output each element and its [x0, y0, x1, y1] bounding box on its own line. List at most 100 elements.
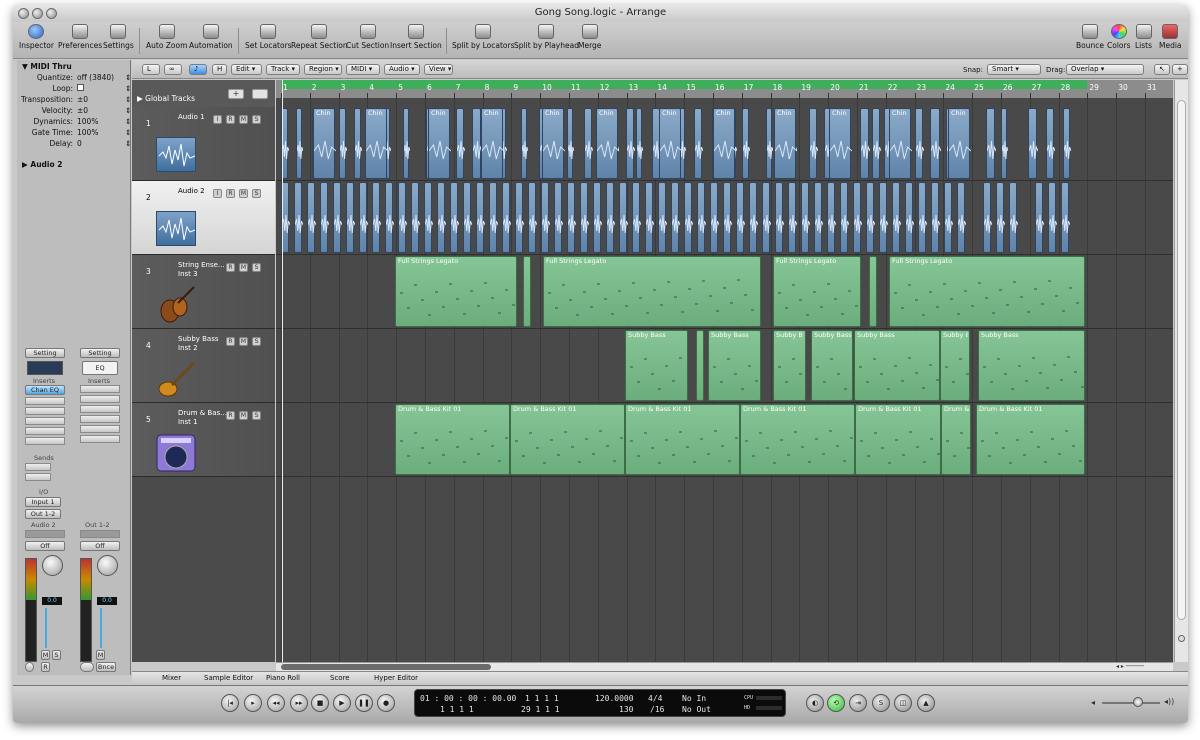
strings-region-short[interactable] [869, 256, 877, 327]
record-enable-button[interactable]: R [41, 662, 50, 672]
drums-region[interactable]: Drum & Bass Kit 01 [625, 404, 740, 475]
audio-region[interactable] [892, 182, 901, 253]
track-header-3[interactable]: 3 String Ense... Inst 3RMS [132, 255, 275, 329]
transport-display[interactable]: 01 : 00 : 00 : 00.00 1 1 1 1 1 1 1 1 29 … [414, 689, 786, 717]
cycle-button[interactable]: ⟲ [827, 694, 845, 712]
stop-button[interactable]: ■ [311, 694, 329, 712]
inspector-param-value[interactable]: 100% [77, 128, 127, 137]
eq-button[interactable]: EQ [82, 361, 118, 375]
track-s-button[interactable]: S [252, 115, 261, 124]
audio-region[interactable] [296, 108, 303, 179]
horizontal-zoom-slider[interactable]: ◂ ▸ ───── [1116, 663, 1166, 671]
track-s-button[interactable]: S [252, 263, 261, 272]
group-slot[interactable] [80, 530, 120, 538]
add-track-button[interactable]: + [228, 89, 244, 99]
audio-region-named[interactable]: Chin [713, 108, 736, 179]
audio-region[interactable] [554, 182, 563, 253]
insert-slot[interactable] [80, 405, 120, 413]
audio-region[interactable] [294, 182, 303, 253]
audio-region[interactable] [385, 182, 394, 253]
track-r-button[interactable]: R [226, 189, 235, 198]
bass-region[interactable]: Subby Bass [978, 330, 1085, 401]
audio-region[interactable] [619, 182, 628, 253]
audio-region[interactable] [307, 182, 316, 253]
audio-region[interactable] [593, 182, 602, 253]
stepper-icon[interactable]: ⇕ [125, 128, 131, 137]
replace-button[interactable]: ◐ [806, 694, 824, 712]
automation-mode-out[interactable]: Off [80, 541, 120, 551]
insert-slot[interactable] [80, 425, 120, 433]
drums-region[interactable]: Drum & Bass Kit 01 [855, 404, 941, 475]
insert-slot[interactable] [80, 415, 120, 423]
audio-region[interactable] [333, 182, 342, 253]
hide-button[interactable]: H [212, 64, 227, 75]
go-to-position-button[interactable]: ▸ [244, 694, 262, 712]
audio-region[interactable] [983, 182, 992, 253]
bar-ruler[interactable]: 1 2 3 4 5 6 7 8 9 10 11 12 13 14 15 16 17 18 19 20 21 22 23 24 2… [276, 80, 1173, 98]
audio-region[interactable] [723, 182, 732, 253]
track-lane-2[interactable] [276, 181, 1173, 255]
track-s-button[interactable]: S [252, 337, 261, 346]
horizontal-scroll-thumb[interactable] [281, 664, 491, 670]
input-monitor-button[interactable] [25, 662, 34, 672]
strings-region[interactable]: Full Strings Legato [773, 256, 861, 327]
bass-region[interactable]: Subby B [773, 330, 806, 401]
audio-region[interactable] [411, 182, 420, 253]
mute-button-out[interactable]: M [96, 650, 105, 660]
audio-region[interactable] [788, 182, 797, 253]
input-button[interactable]: Input 1 [25, 497, 61, 507]
set-locators-button[interactable]: Set Locators [245, 23, 292, 50]
audio-region[interactable] [710, 182, 719, 253]
audio-region[interactable] [359, 182, 368, 253]
stepper-icon[interactable]: ⇕ [125, 139, 131, 148]
master-volume-knob[interactable] [1133, 697, 1143, 707]
audio-region[interactable] [476, 182, 485, 253]
track-i-button[interactable]: I [213, 115, 222, 124]
audio-region-named[interactable]: Chin [596, 108, 619, 179]
audio-region[interactable] [814, 182, 823, 253]
metronome-button[interactable]: ▲ [917, 694, 935, 712]
menu-audio[interactable]: Audio ▾ [384, 64, 420, 75]
audio-region[interactable] [872, 108, 881, 179]
group-slot[interactable] [25, 530, 65, 538]
audio-region[interactable] [749, 182, 758, 253]
track-lane-3[interactable]: Full Strings Legato Full Strings Legato Fu… [276, 255, 1173, 329]
insert-slot[interactable] [25, 407, 65, 415]
audio-region[interactable] [957, 182, 966, 253]
audio-region[interactable] [742, 108, 750, 179]
insert-slot[interactable] [25, 427, 65, 435]
repeat-section-button[interactable]: Repeat Section [291, 23, 348, 50]
volume-fader[interactable] [45, 608, 47, 648]
audio-region[interactable] [944, 182, 953, 253]
output-button[interactable]: Out 1-2 [25, 509, 61, 519]
inspector-param-value[interactable]: 100% [77, 117, 127, 126]
inspector-param-value[interactable]: off (3840) [77, 73, 127, 82]
track-m-button[interactable]: M [239, 411, 248, 420]
record-button[interactable]: ● [377, 694, 395, 712]
strings-region[interactable]: Full Strings Legato [543, 256, 761, 327]
audio-region[interactable] [645, 182, 654, 253]
audio-region[interactable] [694, 108, 703, 179]
audio-region-named[interactable]: Chin [659, 108, 682, 179]
drums-region[interactable]: Drum & Bass Kit 01 [510, 404, 625, 475]
track-header-5[interactable]: 5 Drum & Bas... Inst 1RMS [132, 403, 275, 477]
track-i-button[interactable]: I [213, 189, 222, 198]
preferences-button[interactable]: Preferences [58, 23, 102, 50]
stepper-icon[interactable]: ⇕ [125, 95, 131, 104]
audio-region[interactable] [398, 182, 407, 253]
audio-region[interactable] [1028, 108, 1038, 179]
audio-region[interactable] [930, 108, 941, 179]
audio-region[interactable] [515, 182, 524, 253]
pointer-tool-icon[interactable]: ↖ [1154, 64, 1170, 75]
audio-region[interactable] [915, 108, 924, 179]
track-lane-5[interactable]: Drum & Bass Kit 01 Drum & Bass Kit 01 Drum… [276, 403, 1173, 477]
audio-region[interactable] [1001, 108, 1008, 179]
audio-region[interactable] [918, 182, 927, 253]
track-params-header[interactable]: ▶ Audio 2 [22, 160, 62, 169]
track-header-2[interactable]: 2 Audio 2 IRMS [132, 181, 275, 255]
balance-knob[interactable] [97, 555, 118, 576]
audio-region[interactable] [860, 108, 870, 179]
audio-region[interactable] [684, 182, 693, 253]
audio-region[interactable] [567, 182, 576, 253]
merge-button[interactable]: Merge [578, 23, 601, 50]
